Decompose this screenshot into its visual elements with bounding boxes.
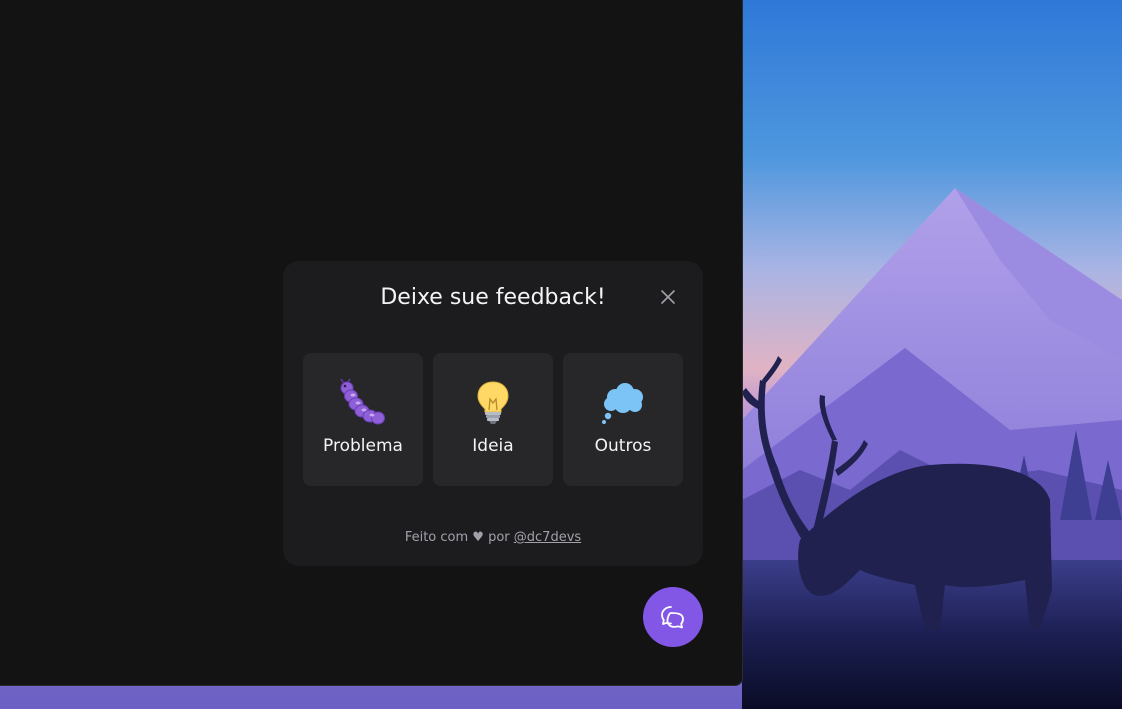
feedback-launcher-button[interactable]: [643, 587, 703, 647]
bug-icon: [340, 379, 385, 425]
feedback-type-label: Ideia: [472, 436, 514, 456]
footer-text: Feito com: [404, 530, 469, 545]
thought-cloud-icon: [602, 383, 643, 424]
author-link[interactable]: @dc7devs: [514, 530, 581, 545]
feedback-type-other-button[interactable]: Outros: [563, 353, 683, 486]
close-button[interactable]: [657, 286, 679, 308]
feedback-type-idea-button[interactable]: Ideia: [433, 353, 553, 486]
feedback-type-label: Problema: [323, 436, 403, 456]
feedback-widget: Deixe sue feedback! Problema Ideia Outro…: [283, 261, 703, 566]
lightbulb-icon: [477, 381, 509, 424]
feedback-type-label: Outros: [594, 436, 652, 456]
widget-title: Deixe sue feedback!: [380, 285, 606, 310]
close-icon: [661, 290, 675, 304]
feedback-type-problem-button[interactable]: Problema: [303, 353, 423, 486]
footer-text: por: [488, 530, 510, 545]
chat-bubbles-icon: [661, 606, 684, 629]
heart-icon: ♥: [472, 530, 484, 545]
widget-footer: Feito com ♥ por @dc7devs: [283, 529, 703, 547]
